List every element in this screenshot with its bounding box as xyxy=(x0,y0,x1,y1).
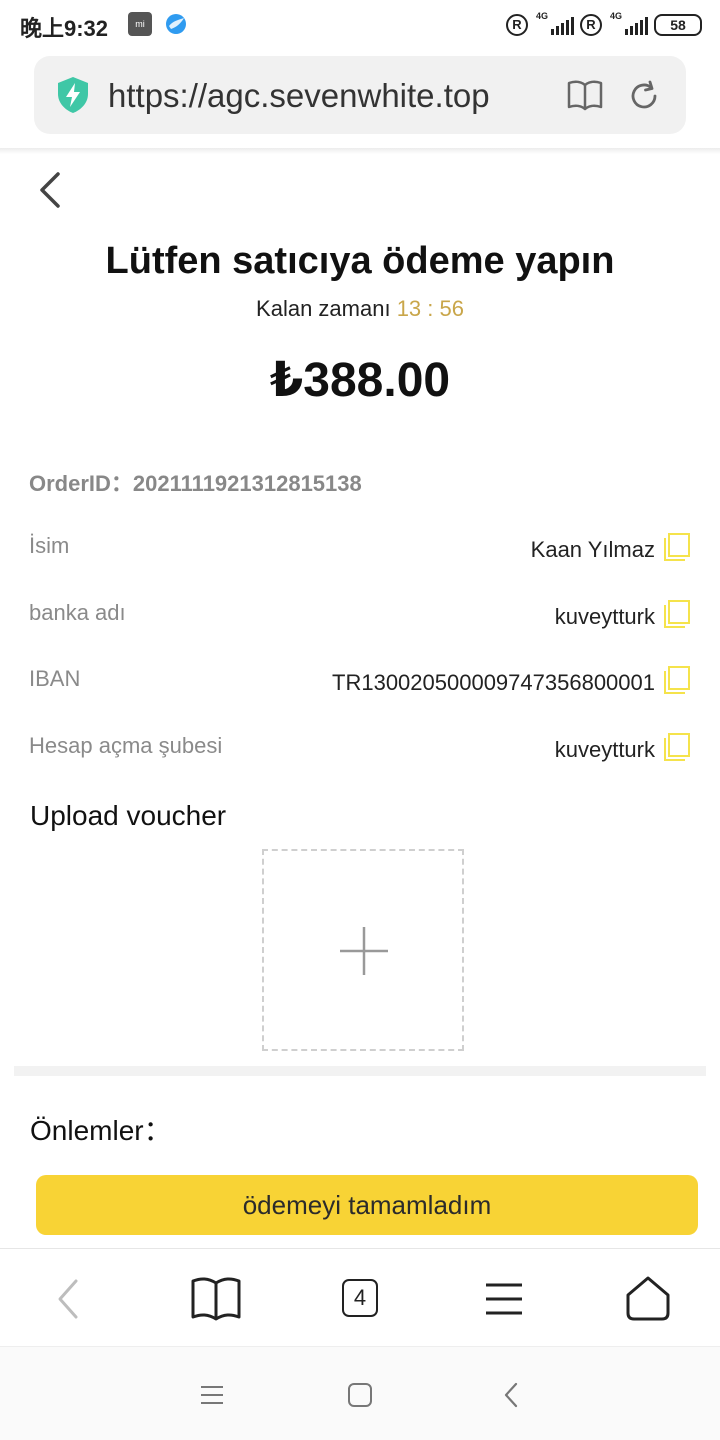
menu-icon[interactable] xyxy=(478,1273,530,1325)
payment-amount: ₺388.00 xyxy=(269,354,451,407)
url-text[interactable]: https://agc.sevenwhite.top xyxy=(108,76,544,116)
plus-icon xyxy=(340,927,388,975)
registered-icon: R xyxy=(580,14,602,36)
order-id-row: OrderID：2021111921312815138 xyxy=(29,466,362,498)
reader-mode-icon[interactable] xyxy=(566,78,604,112)
copy-icon[interactable] xyxy=(663,732,691,762)
countdown-value: 13 : 56 xyxy=(396,296,464,321)
field-value: Kaan Yılmaz xyxy=(530,537,655,562)
field-label: Hesap açma şubesi xyxy=(29,733,223,758)
upload-voucher-button[interactable] xyxy=(262,849,464,1051)
bird-app-icon xyxy=(166,14,186,34)
url-fade xyxy=(504,70,548,120)
reload-icon[interactable] xyxy=(626,78,662,114)
browser-back-icon[interactable] xyxy=(44,1273,96,1325)
battery-icon: 58 xyxy=(654,14,702,36)
field-row-bank-name: banka adı kuveytturk xyxy=(29,599,691,639)
browser-toolbar: 4 xyxy=(0,1248,720,1346)
order-id-label: OrderID： xyxy=(29,471,133,496)
notes-title: Önlemler： xyxy=(30,1115,172,1142)
upload-voucher-label: Upload voucher xyxy=(30,800,227,831)
copy-icon[interactable] xyxy=(663,599,691,629)
mi-app-icon: mi xyxy=(128,12,152,36)
signal-icon: 4G xyxy=(608,11,648,37)
field-label: İsim xyxy=(29,533,70,558)
signal-icon: 4G xyxy=(534,11,574,37)
status-indicators: R 4G R 4G 58 xyxy=(506,11,702,38)
system-navigation-bar xyxy=(0,1346,720,1440)
tab-count: 4 xyxy=(342,1279,378,1317)
recents-menu-icon[interactable] xyxy=(198,1381,226,1409)
order-id-value: 2021111921312815138 xyxy=(132,471,362,496)
payment-complete-button[interactable]: ödemeyi tamamladım xyxy=(36,1175,698,1235)
tabs-button[interactable]: 4 xyxy=(342,1279,394,1331)
registered-icon: R xyxy=(506,14,528,36)
field-row-branch: Hesap açma şubesi kuveytturk xyxy=(29,732,691,772)
countdown-row: Kalan zamanı 13 : 56 xyxy=(0,296,720,322)
field-row-name: İsim Kaan Yılmaz xyxy=(29,532,691,572)
network-type: 4G xyxy=(536,11,549,21)
field-label: banka adı xyxy=(29,600,126,625)
field-row-iban: IBAN TR130020500009747356800001 xyxy=(29,665,691,705)
home-icon[interactable] xyxy=(622,1273,674,1325)
toolbar-shadow xyxy=(0,148,720,154)
field-label: IBAN xyxy=(29,666,81,691)
countdown-label: Kalan zamanı xyxy=(256,296,391,321)
copy-icon[interactable] xyxy=(663,532,691,562)
field-value: TR130020500009747356800001 xyxy=(332,670,655,695)
address-bar[interactable]: https://agc.sevenwhite.top xyxy=(34,56,686,134)
back-arrow-icon[interactable] xyxy=(34,170,66,210)
network-type: 4G xyxy=(610,11,623,21)
shield-icon xyxy=(58,77,88,113)
copy-icon[interactable] xyxy=(663,665,691,695)
field-value: kuveytturk xyxy=(554,604,655,629)
field-value: kuveytturk xyxy=(554,737,655,762)
home-square-icon[interactable] xyxy=(346,1381,374,1409)
bookmarks-icon[interactable] xyxy=(190,1273,242,1325)
section-divider xyxy=(14,1066,706,1076)
system-back-icon[interactable] xyxy=(498,1381,526,1409)
page-title: Lütfen satıcıya ödeme yapın xyxy=(105,240,615,282)
status-bar: 晚上9:32 mi R 4G R 4G 58 xyxy=(0,0,720,50)
status-time: 晚上9:32 xyxy=(20,16,109,41)
